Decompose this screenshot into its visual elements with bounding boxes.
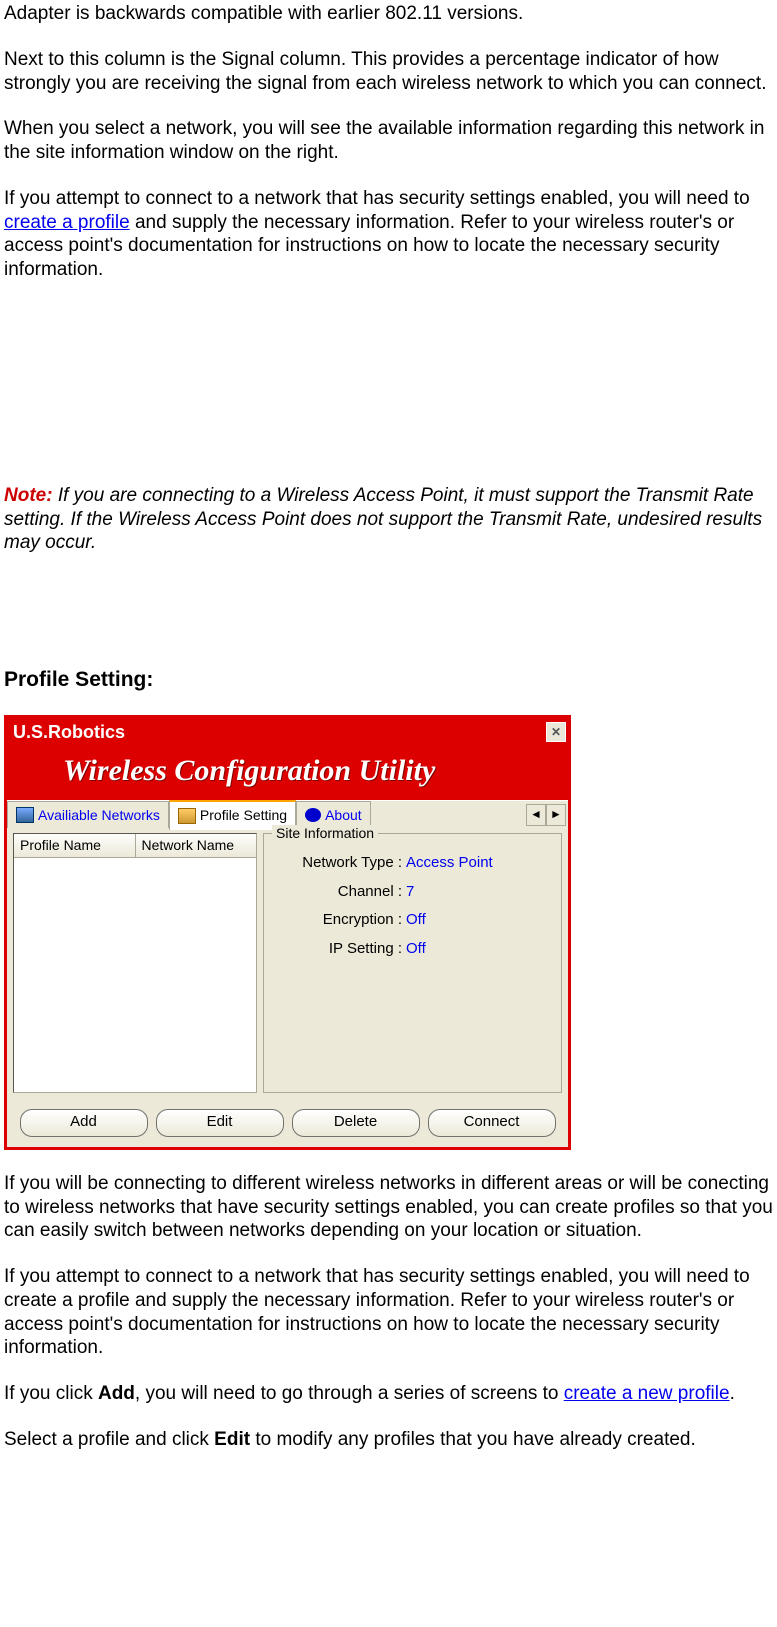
tab-label: Profile Setting xyxy=(200,807,287,825)
utility-body: Profile Name Network Name Site Informati… xyxy=(7,829,568,1103)
value: Access Point xyxy=(406,854,493,873)
tab-label: Availiable Networks xyxy=(38,807,160,825)
info-row-encryption: Encryption : Off xyxy=(272,911,553,930)
label: Channel : xyxy=(272,883,406,902)
profile-list[interactable]: Profile Name Network Name xyxy=(13,833,257,1093)
text: If you attempt to connect to a network t… xyxy=(4,188,750,209)
create-profile-link[interactable]: create a profile xyxy=(4,212,130,233)
create-new-profile-link[interactable]: create a new profile xyxy=(564,1383,730,1404)
scroll-right-button[interactable]: ► xyxy=(546,804,566,826)
spacer xyxy=(4,304,777,484)
text: to modify any profiles that you have alr… xyxy=(250,1429,696,1450)
tab-label: About xyxy=(325,807,362,825)
info-row-ip-setting: IP Setting : Off xyxy=(272,940,553,959)
paragraph-compat: Adapter is backwards compatible with ear… xyxy=(4,2,777,26)
col-profile-name[interactable]: Profile Name xyxy=(14,834,136,858)
paragraph-profiles-intro: If you will be connecting to different w… xyxy=(4,1172,777,1243)
edit-bold: Edit xyxy=(214,1429,250,1450)
text: . xyxy=(730,1383,735,1404)
list-rows xyxy=(14,858,256,1092)
info-row-network-type: Network Type : Access Point xyxy=(272,854,553,873)
text: If you click xyxy=(4,1383,98,1404)
tab-scroll: ◄ ► xyxy=(526,804,568,826)
value: 7 xyxy=(406,883,414,902)
info-row-channel: Channel : 7 xyxy=(272,883,553,902)
delete-button[interactable]: Delete xyxy=(292,1109,420,1137)
value: Off xyxy=(406,940,426,959)
paragraph-security: If you attempt to connect to a network t… xyxy=(4,187,777,282)
list-header: Profile Name Network Name xyxy=(14,834,256,859)
window-title: Wireless Configuration Utility xyxy=(7,746,568,800)
edit-button[interactable]: Edit xyxy=(156,1109,284,1137)
spacer xyxy=(4,577,777,667)
monitor-icon xyxy=(16,807,34,823)
connect-button[interactable]: Connect xyxy=(428,1109,556,1137)
note-text: If you are connecting to a Wireless Acce… xyxy=(4,485,762,554)
text: , you will need to go through a series o… xyxy=(135,1383,564,1404)
paragraph-signal: Next to this column is the Signal column… xyxy=(4,48,777,96)
tab-available-networks[interactable]: Availiable Networks xyxy=(7,801,169,828)
paragraph-security-2: If you attempt to connect to a network t… xyxy=(4,1265,777,1360)
add-bold: Add xyxy=(98,1383,135,1404)
paragraph-add: If you click Add, you will need to go th… xyxy=(4,1382,777,1406)
titlebar: U.S.Robotics ✕ xyxy=(7,718,568,746)
note-label: Note: xyxy=(4,485,53,506)
pencil-icon xyxy=(178,808,196,824)
fieldset-label: Site Information xyxy=(272,825,378,843)
paragraph-edit: Select a profile and click Edit to modif… xyxy=(4,1428,777,1452)
close-icon[interactable]: ✕ xyxy=(546,722,566,742)
help-icon xyxy=(305,808,321,822)
label: Encryption : xyxy=(272,911,406,930)
col-network-name[interactable]: Network Name xyxy=(136,834,257,858)
text: Select a profile and click xyxy=(4,1429,214,1450)
label: Network Type : xyxy=(272,854,406,873)
note-paragraph: Note: If you are connecting to a Wireles… xyxy=(4,484,777,555)
scroll-left-button[interactable]: ◄ xyxy=(526,804,546,826)
button-row: Add Edit Delete Connect xyxy=(7,1103,568,1147)
logo-text: U.S.Robotics xyxy=(13,721,125,744)
paragraph-select: When you select a network, you will see … xyxy=(4,117,777,165)
profile-setting-heading: Profile Setting: xyxy=(4,667,777,693)
label: IP Setting : xyxy=(272,940,406,959)
add-button[interactable]: Add xyxy=(20,1109,148,1137)
site-information-panel: Site Information Network Type : Access P… xyxy=(263,833,562,1093)
value: Off xyxy=(406,911,426,930)
wireless-config-utility-window: U.S.Robotics ✕ Wireless Configuration Ut… xyxy=(4,715,571,1150)
